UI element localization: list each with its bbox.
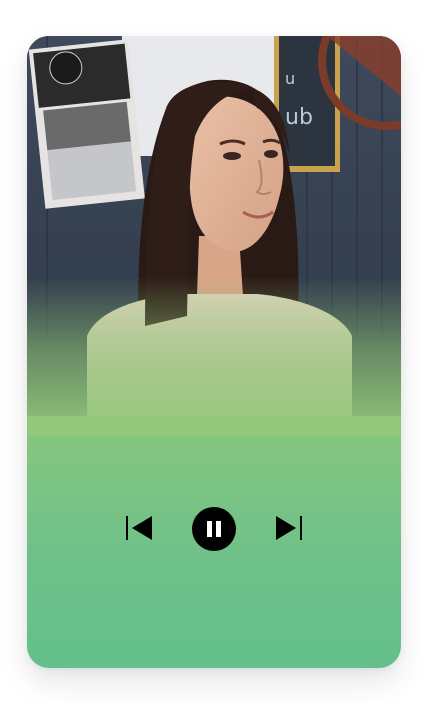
skip-previous-icon[interactable] bbox=[125, 515, 155, 541]
music-player-card: u ub bbox=[27, 36, 401, 668]
album-art: u ub bbox=[27, 36, 401, 416]
pause-icon[interactable] bbox=[192, 507, 236, 551]
svg-text:u: u bbox=[285, 69, 295, 88]
playback-controls bbox=[27, 506, 401, 552]
svg-text:ub: ub bbox=[285, 105, 313, 130]
skip-next-icon[interactable] bbox=[273, 515, 303, 541]
page: u ub bbox=[0, 0, 428, 704]
